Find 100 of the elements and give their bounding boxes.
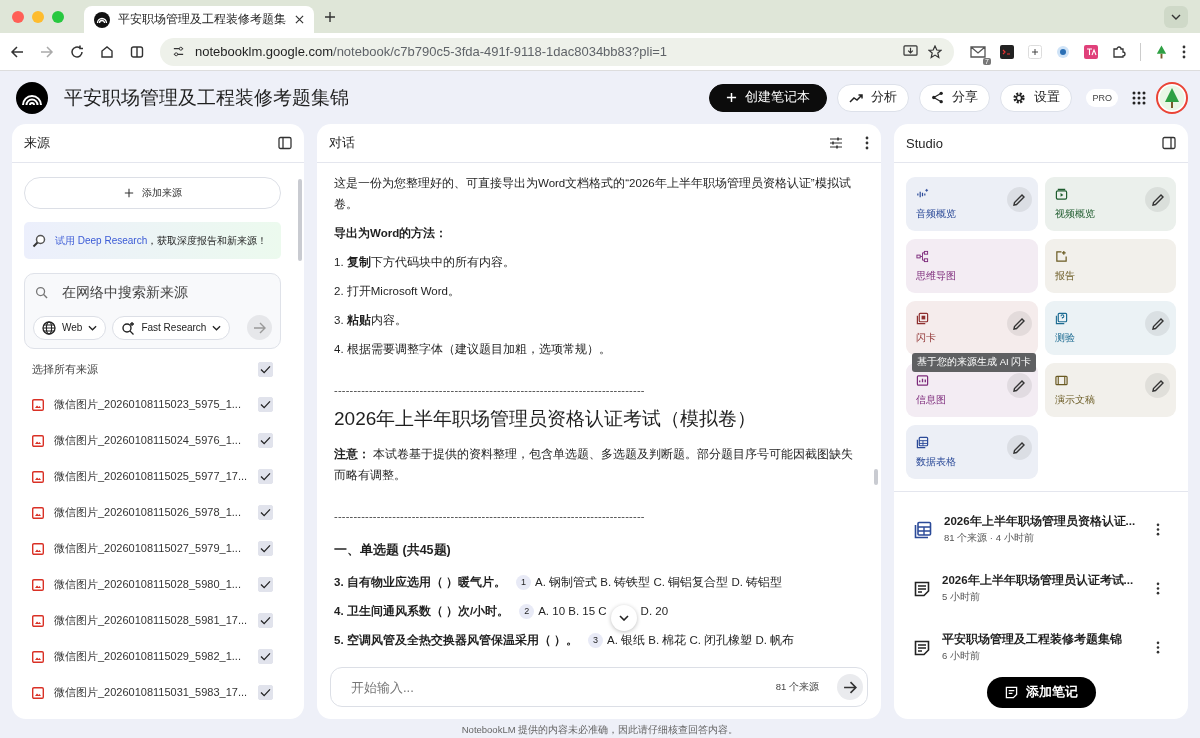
infographic-icon [916,373,929,387]
source-item[interactable]: 微信图片_20260108115028_5980_1... [54,577,248,592]
app-logo-icon[interactable] [16,81,48,114]
collapse-panel-icon[interactable] [278,136,292,150]
note-title: 2026年上半年职场管理员认证考试... [942,573,1135,588]
add-source-button[interactable]: 添加来源 [24,177,281,209]
create-notebook-button[interactable]: 创建笔记本 [709,83,828,112]
edit-button[interactable] [1006,311,1032,336]
chat-input-field[interactable]: 开始输入... [349,678,766,696]
new-tab-icon[interactable] [324,10,336,23]
share-button[interactable]: 分享 [919,83,991,112]
terminal-extension-icon[interactable] [1000,44,1014,59]
analytics-button[interactable]: 分析 [837,83,910,112]
source-item[interactable]: 微信图片_20260108115027_5979_1... [54,541,248,556]
studio-tool-card[interactable]: 演示文稿 [1044,363,1176,417]
image-file-icon [32,650,44,663]
edit-button[interactable] [1006,187,1032,212]
capture-extension-icon[interactable] [1056,44,1070,59]
split-view-icon[interactable] [130,44,144,59]
sparkle-extension-icon[interactable] [1028,44,1042,59]
source-checkbox[interactable] [258,505,273,520]
home-icon[interactable] [100,44,114,59]
source-checkbox[interactable] [258,649,273,664]
edit-button[interactable] [1006,373,1032,398]
search-field[interactable]: 在网络中搜索新来源 [60,284,264,301]
select-all-checkbox[interactable] [258,362,273,377]
pencil-icon [1012,192,1026,207]
tree-profile-icon[interactable] [1155,43,1168,60]
deep-research-link[interactable]: 试用 Deep Research [55,234,148,246]
scrollbar[interactable] [298,179,302,261]
source-item[interactable]: 微信图片_20260108115023_5975_1... [54,397,248,412]
edit-button[interactable] [1145,311,1170,336]
exam-title: 2026年上半年职场管理员资格认证考试（模拟卷） [334,407,758,431]
close-icon[interactable] [295,15,304,24]
chat-input-bar[interactable]: 开始输入... 81 个来源 [330,667,868,707]
translate-extension-icon[interactable] [1084,44,1098,59]
note-item[interactable]: 2026年上半年职场管理员资格认证... 81 个来源 · 4 小时前 [894,500,1188,559]
install-app-icon[interactable] [903,45,918,58]
citation-badge[interactable]: 3 [588,632,603,648]
mail-extension-icon[interactable] [970,44,986,59]
source-checkbox[interactable] [258,577,273,592]
notebook-title[interactable]: 平安职场管理及工程装修考题集锦 [64,84,349,111]
studio-tool-card[interactable]: 视频概览 [1044,177,1176,231]
web-source-dropdown[interactable]: Web [33,315,107,340]
citation-badge[interactable]: 2 [519,603,535,619]
source-item[interactable]: 微信图片_20260108115024_5976_1... [54,433,248,448]
avatar-icon[interactable] [1156,81,1188,114]
note-icon [914,639,930,656]
studio-tool-card[interactable]: 音频概览 [906,177,1038,231]
tune-icon[interactable] [829,136,843,150]
browser-tab[interactable]: 平安职场管理及工程装修考题集 [84,6,314,33]
more-icon[interactable] [1156,641,1160,654]
source-item[interactable]: 微信图片_20260108115028_5981_17... [54,613,248,628]
scroll-down-button[interactable] [610,605,637,631]
collapse-panel-icon[interactable] [1162,136,1176,150]
more-icon[interactable] [1156,582,1160,595]
studio-tool-card[interactable]: 思维导图 [906,239,1038,293]
note-item[interactable]: 平安职场管理及工程装修考题集锦 6 小时前 [894,618,1188,677]
citation-badge[interactable]: 1 [516,574,531,590]
bookmark-star-icon[interactable] [928,44,942,59]
source-checkbox[interactable] [258,469,273,484]
check-icon [260,616,271,625]
reload-icon[interactable] [70,44,84,59]
source-checkbox[interactable] [258,541,273,556]
image-file-icon [32,506,44,519]
send-button[interactable] [837,674,863,700]
scrollbar[interactable] [874,469,878,485]
research-mode-dropdown[interactable]: Fast Research [112,315,231,340]
source-checkbox[interactable] [258,397,273,412]
apps-grid-icon[interactable] [1132,90,1146,105]
add-note-button[interactable]: 添加笔记 [986,677,1096,708]
pencil-icon [1012,316,1026,331]
more-icon[interactable] [865,136,869,150]
studio-tool-card[interactable]: 报告 [1044,239,1176,293]
note-meta: 81 个来源 · 4 小时前 [944,532,1035,545]
address-field[interactable]: notebooklm.google.com/notebook/c7b790c5-3fda-491f-9118-1dac8034bb83?pli=1 [160,37,954,66]
source-checkbox[interactable] [258,685,273,700]
edit-button[interactable] [1145,187,1170,212]
source-item[interactable]: 微信图片_20260108115026_5978_1... [54,505,248,520]
settings-button[interactable]: 设置 [1000,83,1073,112]
studio-tool-card[interactable]: 测验 [1044,301,1176,355]
note-item[interactable]: 2026年上半年职场管理员认证考试... 5 小时前 [894,559,1188,618]
source-item[interactable]: 微信图片_20260108115031_5983_17... [54,685,248,700]
more-icon[interactable] [1182,44,1186,59]
edit-button[interactable] [1006,435,1032,460]
source-item[interactable]: 微信图片_20260108115029_5982_1... [54,649,248,664]
source-checkbox[interactable] [258,433,273,448]
flashcards-icon [916,311,929,325]
tab-list-button[interactable] [1164,5,1188,28]
more-icon[interactable] [1156,523,1160,536]
studio-tool-card[interactable]: 数据表格 [906,425,1038,479]
back-icon[interactable] [10,44,24,59]
source-checkbox[interactable] [258,613,273,628]
edit-button[interactable] [1145,373,1170,398]
puzzle-extensions-icon[interactable] [1112,44,1126,59]
source-item[interactable]: 微信图片_20260108115025_5977_17... [54,469,248,484]
site-settings-icon[interactable] [172,45,185,58]
panel-title: 来源 [24,134,50,152]
message-paragraph: 注意： 本试卷基于提供的资料整理，包含单选题、多选题及判断题。部分题目序号可能因截图缺失而略有调整。 [334,446,854,483]
app-logo-icon [94,11,110,28]
